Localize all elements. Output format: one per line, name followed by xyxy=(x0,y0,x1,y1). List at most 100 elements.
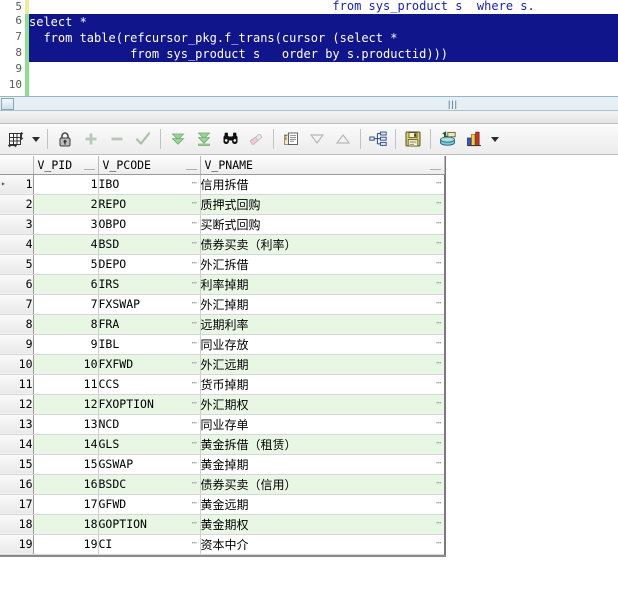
cell-v-pname[interactable]: 外汇期权 ⋯ xyxy=(200,394,444,415)
cell-v-pcode[interactable]: GLS ⋯ xyxy=(98,434,201,455)
cell-v-pname[interactable]: 远期利率 ⋯ xyxy=(200,314,444,335)
table-row[interactable]: ▸ 1 1 IBO ⋯ 信用拆借 ⋯ xyxy=(0,174,444,195)
column-header-v-pcode[interactable]: V_PCODE xyxy=(98,156,201,175)
fetch-next-icon[interactable] xyxy=(166,127,190,151)
table-row[interactable]: 16 16 BSDC ⋯ 债券买卖（信用） ⋯ xyxy=(0,474,444,495)
cell-v-pcode[interactable]: IBO ⋯ xyxy=(98,174,201,195)
cell-v-pname[interactable]: 质押式回购 ⋯ xyxy=(200,194,444,215)
cell-v-pname[interactable]: 黄金期权 ⋯ xyxy=(200,514,444,535)
cell-v-pid[interactable]: 15 xyxy=(33,454,99,475)
table-row[interactable]: 4 4 BSD ⋯ 债券买卖（利率） ⋯ xyxy=(0,234,444,255)
cell-v-pcode[interactable]: NCD ⋯ xyxy=(98,414,201,435)
cell-v-pid[interactable]: 12 xyxy=(33,394,99,415)
binoculars-icon[interactable] xyxy=(218,127,242,151)
cell-v-pcode[interactable]: BSDC ⋯ xyxy=(98,474,201,495)
cell-v-pname[interactable]: 同业存单 ⋯ xyxy=(200,414,444,435)
cell-expand-ellipsis-icon[interactable]: ⋯ xyxy=(436,519,442,529)
minus-icon[interactable] xyxy=(105,127,129,151)
table-row[interactable]: 8 8 FRA ⋯ 远期利率 ⋯ xyxy=(0,314,444,335)
cell-expand-ellipsis-icon[interactable]: ⋯ xyxy=(436,259,442,269)
row-header-cell[interactable]: 19 xyxy=(0,534,34,555)
cell-v-pname[interactable]: 资本中介 ⋯ xyxy=(200,534,444,555)
cell-expand-ellipsis-icon[interactable]: ⋯ xyxy=(192,539,198,549)
cell-v-pid[interactable]: 3 xyxy=(33,214,99,235)
row-header-cell[interactable]: 4 xyxy=(0,234,34,255)
cell-expand-ellipsis-icon[interactable]: ⋯ xyxy=(436,479,442,489)
cell-expand-ellipsis-icon[interactable]: ⋯ xyxy=(192,459,198,469)
table-row[interactable]: 10 10 FXFWD ⋯ 外汇远期 ⋯ xyxy=(0,354,444,375)
table-row[interactable]: 7 7 FXSWAP ⋯ 外汇掉期 ⋯ xyxy=(0,294,444,315)
cell-v-pid[interactable]: 13 xyxy=(33,414,99,435)
table-row[interactable]: 3 3 OBPO ⋯ 买断式回购 ⋯ xyxy=(0,214,444,235)
filter-down-icon[interactable] xyxy=(305,127,329,151)
eraser-icon[interactable] xyxy=(244,127,268,151)
column-resize-grip[interactable] xyxy=(185,168,197,170)
cell-expand-ellipsis-icon[interactable]: ⋯ xyxy=(192,299,198,309)
cell-v-pname[interactable]: 黄金远期 ⋯ xyxy=(200,494,444,515)
column-header-v-pid[interactable]: V_PID xyxy=(33,156,99,175)
cell-expand-ellipsis-icon[interactable]: ⋯ xyxy=(192,179,198,189)
cell-v-pid[interactable]: 18 xyxy=(33,514,99,535)
cell-expand-ellipsis-icon[interactable]: ⋯ xyxy=(436,299,442,309)
cell-expand-ellipsis-icon[interactable]: ⋯ xyxy=(436,459,442,469)
cell-v-pcode[interactable]: GOPTION ⋯ xyxy=(98,514,201,535)
cell-expand-ellipsis-icon[interactable]: ⋯ xyxy=(192,239,198,249)
table-row[interactable]: 17 17 GFWD ⋯ 黄金远期 ⋯ xyxy=(0,494,444,515)
cell-expand-ellipsis-icon[interactable]: ⋯ xyxy=(436,219,442,229)
column-resize-grip[interactable] xyxy=(429,168,441,170)
cell-v-pcode[interactable]: IBL ⋯ xyxy=(98,334,201,355)
cell-v-pcode[interactable]: GFWD ⋯ xyxy=(98,494,201,515)
cell-v-pid[interactable]: 10 xyxy=(33,354,99,375)
scrollbar-thumb[interactable] xyxy=(1,98,14,110)
cell-expand-ellipsis-icon[interactable]: ⋯ xyxy=(192,219,198,229)
cell-expand-ellipsis-icon[interactable]: ⋯ xyxy=(192,399,198,409)
table-row[interactable]: 19 19 CI ⋯ 资本中介 ⋯ xyxy=(0,534,444,555)
cell-v-pcode[interactable]: CI ⋯ xyxy=(98,534,201,555)
result-data-grid[interactable]: V_PID V_PCODE V_PNAME ▸ 1 1 IBO ⋯ 信用拆借 ⋯ 2 2 REPO… xyxy=(0,156,446,555)
cell-v-pid[interactable]: 6 xyxy=(33,274,99,295)
row-header-cell[interactable]: 2 xyxy=(0,194,34,215)
plus-icon[interactable] xyxy=(79,127,103,151)
cell-expand-ellipsis-icon[interactable]: ⋯ xyxy=(436,379,442,389)
cell-expand-ellipsis-icon[interactable]: ⋯ xyxy=(436,539,442,549)
chart-icon[interactable] xyxy=(462,127,486,151)
row-header-cell[interactable]: ▸ 1 xyxy=(0,174,34,195)
save-icon[interactable] xyxy=(401,127,425,151)
fetch-all-icon[interactable] xyxy=(192,127,216,151)
cell-expand-ellipsis-icon[interactable]: ⋯ xyxy=(436,199,442,209)
cell-expand-ellipsis-icon[interactable]: ⋯ xyxy=(192,499,198,509)
sql-editor-pane[interactable]: 5 6 7 8 9 10 from sys_product s where s.… xyxy=(0,0,618,96)
row-header-cell[interactable]: 3 xyxy=(0,214,34,235)
cell-v-pid[interactable]: 17 xyxy=(33,494,99,515)
scrollbar-grip-icon[interactable]: ||| xyxy=(448,99,458,109)
cell-v-pid[interactable]: 8 xyxy=(33,314,99,335)
cell-expand-ellipsis-icon[interactable]: ⋯ xyxy=(192,439,198,449)
row-header-cell[interactable]: 5 xyxy=(0,254,34,275)
cell-v-pname[interactable]: 债券买卖（利率） ⋯ xyxy=(200,234,444,255)
cell-expand-ellipsis-icon[interactable]: ⋯ xyxy=(436,339,442,349)
cell-v-pname[interactable]: 外汇掉期 ⋯ xyxy=(200,294,444,315)
cell-v-pcode[interactable]: GSWAP ⋯ xyxy=(98,454,201,475)
cell-expand-ellipsis-icon[interactable]: ⋯ xyxy=(192,479,198,489)
cell-v-pid[interactable]: 4 xyxy=(33,234,99,255)
chevron-down-icon[interactable] xyxy=(29,127,42,151)
row-header-cell[interactable]: 18 xyxy=(0,514,34,535)
cell-expand-ellipsis-icon[interactable]: ⋯ xyxy=(436,319,442,329)
cell-v-pname[interactable]: 买断式回购 ⋯ xyxy=(200,214,444,235)
row-header-cell[interactable]: 17 xyxy=(0,494,34,515)
cell-expand-ellipsis-icon[interactable]: ⋯ xyxy=(436,279,442,289)
cell-v-pcode[interactable]: CCS ⋯ xyxy=(98,374,201,395)
cell-v-pname[interactable]: 利率掉期 ⋯ xyxy=(200,274,444,295)
table-row[interactable]: 9 9 IBL ⋯ 同业存放 ⋯ xyxy=(0,334,444,355)
column-resize-grip[interactable] xyxy=(83,168,95,170)
cell-v-pid[interactable]: 19 xyxy=(33,534,99,555)
table-row[interactable]: 12 12 FXOPTION ⋯ 外汇期权 ⋯ xyxy=(0,394,444,415)
table-row[interactable]: 5 5 DEPO ⋯ 外汇拆借 ⋯ xyxy=(0,254,444,275)
cell-v-pcode[interactable]: FXFWD ⋯ xyxy=(98,354,201,375)
cell-v-pcode[interactable]: OBPO ⋯ xyxy=(98,214,201,235)
cell-expand-ellipsis-icon[interactable]: ⋯ xyxy=(436,499,442,509)
cell-expand-ellipsis-icon[interactable]: ⋯ xyxy=(436,359,442,369)
table-row[interactable]: 2 2 REPO ⋯ 质押式回购 ⋯ xyxy=(0,194,444,215)
cell-v-pcode[interactable]: FXOPTION ⋯ xyxy=(98,394,201,415)
cell-v-pname[interactable]: 外汇远期 ⋯ xyxy=(200,354,444,375)
